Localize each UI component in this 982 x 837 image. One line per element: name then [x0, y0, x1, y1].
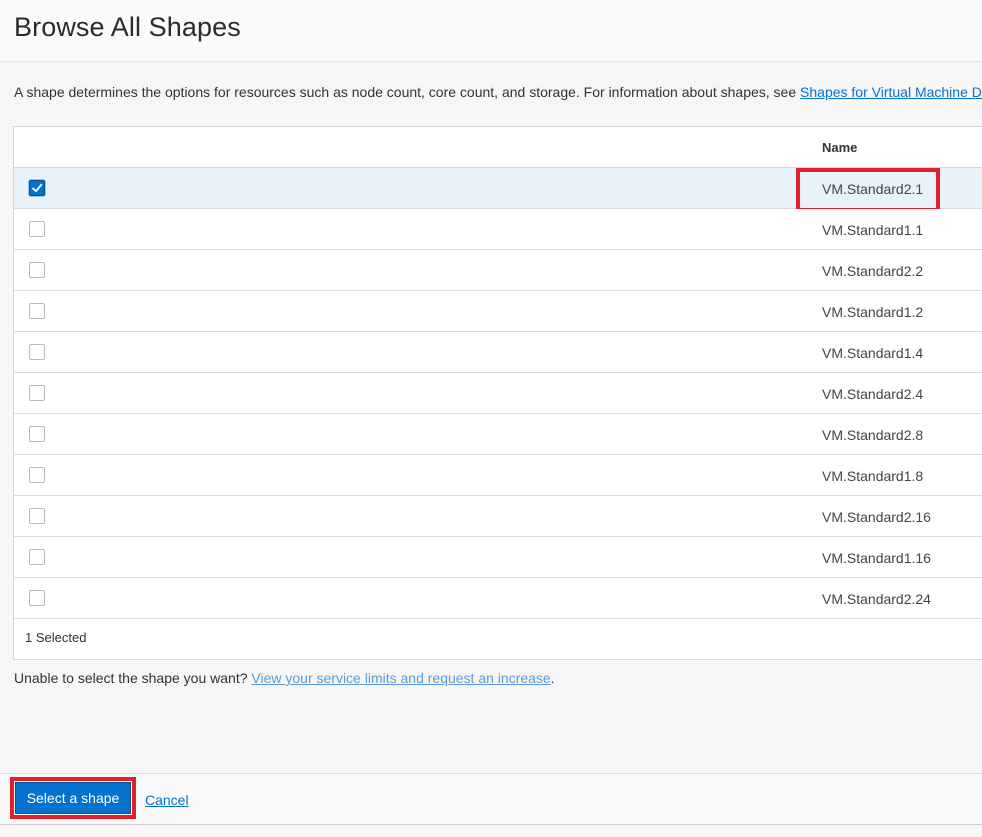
table-row[interactable]: VM.Standard2.24 — [14, 578, 982, 619]
row-checkbox[interactable] — [29, 303, 45, 319]
table-row[interactable]: VM.Standard1.2 — [14, 291, 982, 332]
row-checkbox[interactable] — [29, 385, 45, 401]
row-checkbox[interactable] — [29, 549, 45, 565]
row-checkbox[interactable] — [29, 221, 45, 237]
dialog-footer: Select a shape Cancel — [0, 773, 982, 825]
table-row[interactable]: VM.Standard2.4 — [14, 373, 982, 414]
shape-name: VM.Standard1.16 — [822, 550, 931, 566]
shape-name: VM.Standard1.4 — [822, 345, 924, 361]
row-checkbox[interactable] — [29, 467, 45, 483]
table-footer: 1 Selected — [14, 619, 982, 659]
service-limits-text: Unable to select the shape you want? — [14, 670, 252, 686]
row-checkbox[interactable] — [29, 180, 45, 196]
shape-name: VM.Standard2.24 — [822, 591, 931, 607]
table-row[interactable]: VM.Standard1.1 — [14, 209, 982, 250]
table-row[interactable]: VM.Standard2.1 — [14, 168, 982, 212]
page-title: Browse All Shapes — [14, 12, 241, 42]
check-icon — [32, 183, 43, 193]
shape-name: VM.Standard1.2 — [822, 304, 924, 320]
shape-name: VM.Standard1.1 — [822, 222, 924, 238]
select-shape-button[interactable]: Select a shape — [15, 782, 131, 814]
table-header: Name — [14, 127, 982, 168]
shapes-doc-link[interactable]: Shapes for Virtual Machine D — [800, 84, 982, 100]
shape-name: VM.Standard1.8 — [822, 468, 924, 484]
shape-name: VM.Standard2.4 — [822, 386, 924, 402]
table-row[interactable]: VM.Standard1.8 — [14, 455, 982, 496]
cancel-link[interactable]: Cancel — [145, 792, 189, 808]
row-checkbox[interactable] — [29, 426, 45, 442]
table-row[interactable]: VM.Standard2.2 — [14, 250, 982, 291]
shapes-table: Name VM.Standard2.1 VM.Standard1.1 VM.Stan… — [13, 126, 982, 660]
select-button-highlight: Select a shape — [10, 777, 136, 819]
row-checkbox[interactable] — [29, 344, 45, 360]
service-limits-link[interactable]: View your service limits and request an … — [251, 670, 550, 686]
shape-name: VM.Standard2.16 — [822, 509, 931, 525]
page-header: Browse All Shapes — [0, 0, 982, 62]
row-checkbox[interactable] — [29, 262, 45, 278]
shape-name: VM.Standard2.1 — [822, 181, 924, 197]
shape-description: A shape determines the options for resou… — [14, 84, 982, 100]
table-row[interactable]: VM.Standard2.8 — [14, 414, 982, 455]
shape-name: VM.Standard2.2 — [822, 263, 924, 279]
service-limits-note: Unable to select the shape you want? Vie… — [14, 670, 555, 686]
table-body: VM.Standard2.1 VM.Standard1.1 VM.Standard2… — [14, 168, 982, 619]
service-limits-suffix: . — [550, 670, 555, 686]
table-row[interactable]: VM.Standard2.16 — [14, 496, 982, 537]
row-checkbox[interactable] — [29, 590, 45, 606]
table-row[interactable]: VM.Standard1.16 — [14, 537, 982, 578]
table-row[interactable]: VM.Standard1.4 — [14, 332, 982, 373]
description-text: A shape determines the options for resou… — [14, 84, 801, 100]
column-header-name[interactable]: Name — [822, 140, 857, 155]
shape-name: VM.Standard2.8 — [822, 427, 924, 443]
row-checkbox[interactable] — [29, 508, 45, 524]
selected-count: 1 Selected — [25, 630, 87, 645]
